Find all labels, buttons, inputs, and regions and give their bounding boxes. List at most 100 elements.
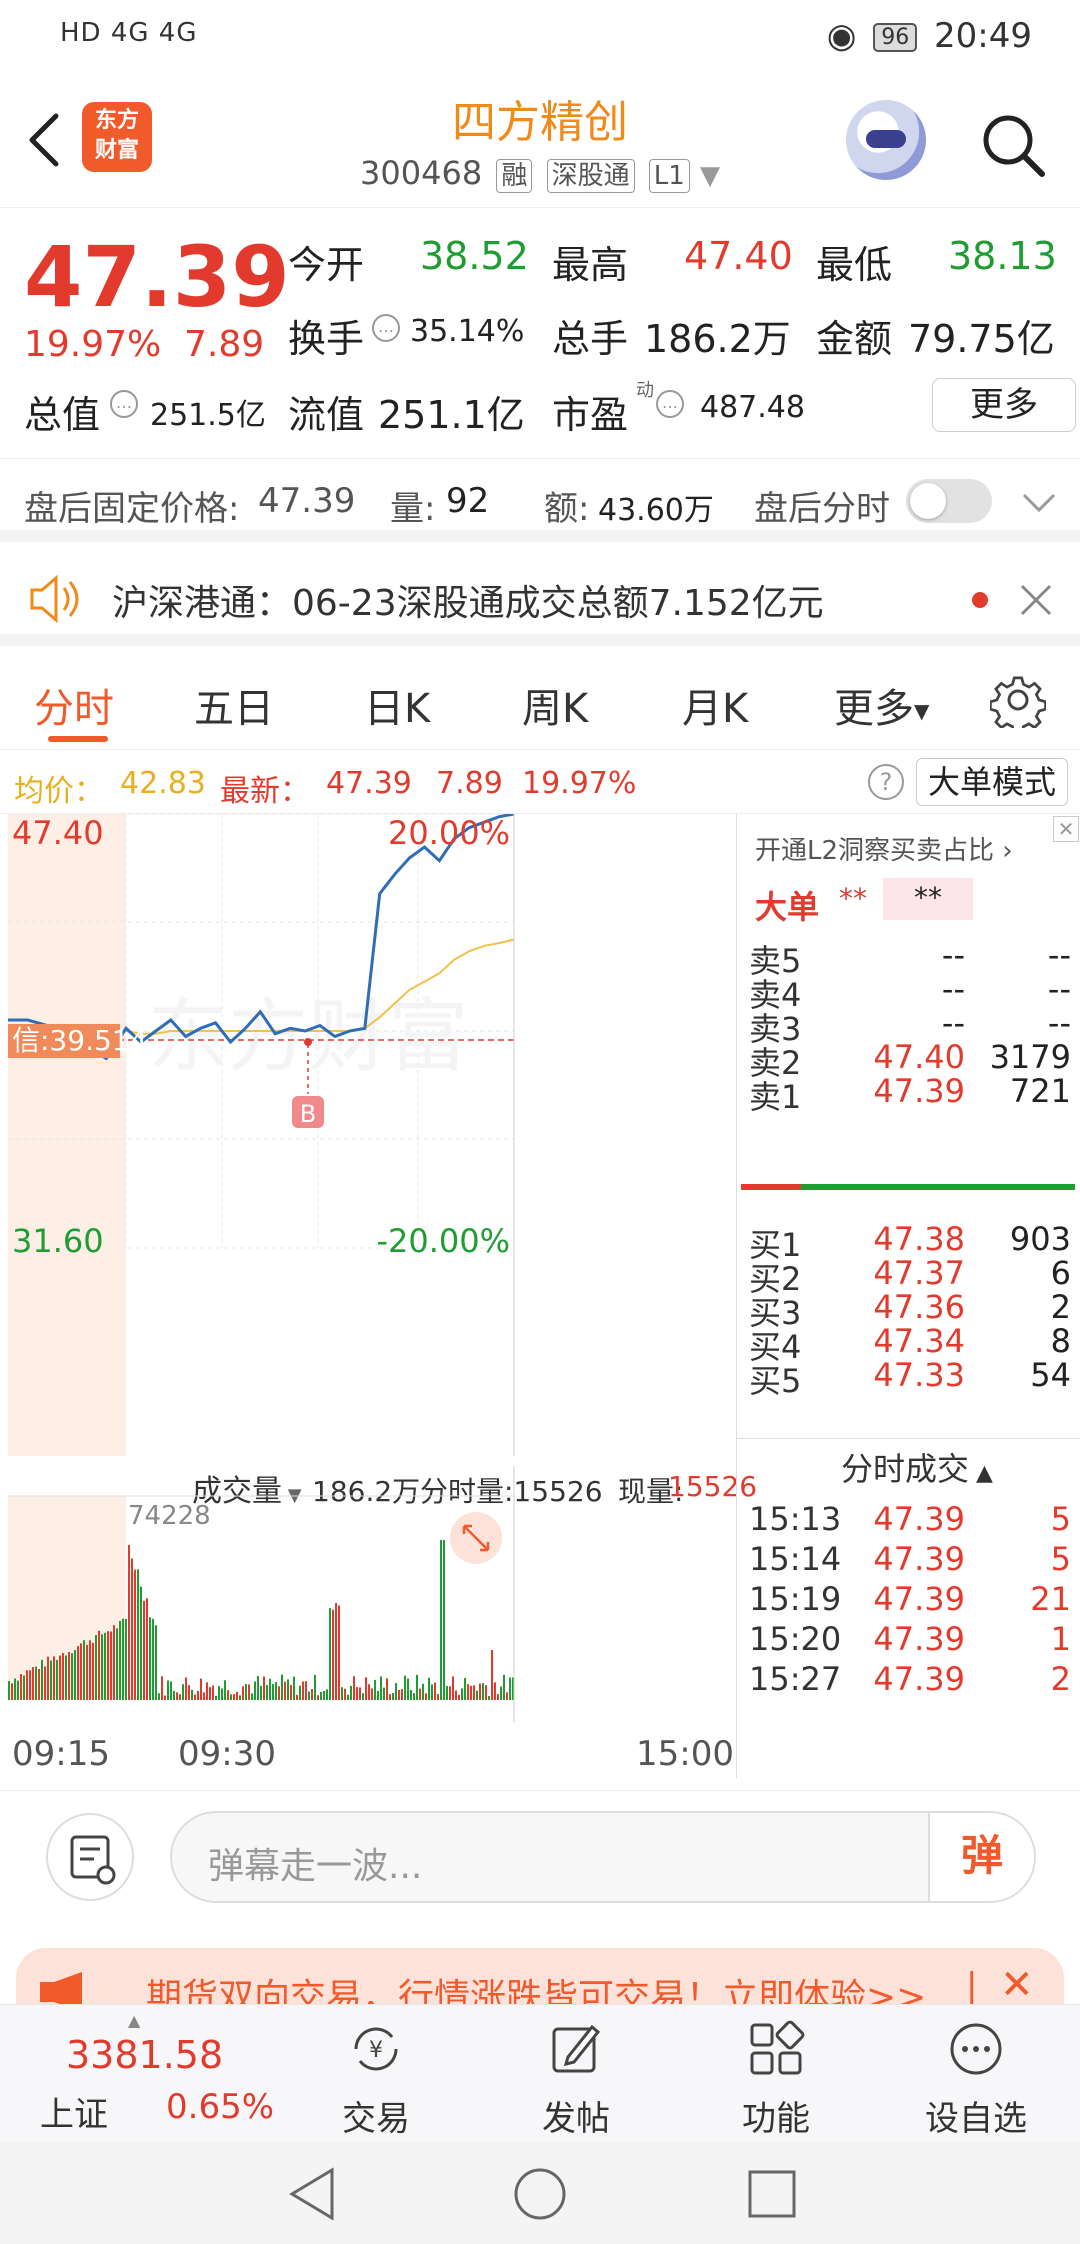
- chevron-down-icon[interactable]: [1022, 493, 1056, 513]
- back-triangle-icon[interactable]: [286, 2166, 338, 2222]
- tab-more[interactable]: 更多▼: [834, 676, 929, 734]
- settings-gear-icon[interactable]: [990, 672, 1046, 728]
- after-amt: 43.60万: [598, 493, 714, 528]
- volume-bar: [155, 1625, 157, 1700]
- volume-bar: [119, 1620, 121, 1700]
- volume-bar: [59, 1655, 61, 1700]
- mktcap-value: 251.5亿: [150, 398, 266, 433]
- avg-label: 均价：: [14, 774, 104, 809]
- volume-bar: [380, 1676, 382, 1700]
- volume-bar: [452, 1676, 454, 1700]
- volume-bar: [50, 1660, 52, 1700]
- ask-row: 卖1 47.39 721: [745, 1068, 1075, 1116]
- volume-bar: [128, 1544, 130, 1700]
- index-pct: 0.65%: [166, 2087, 275, 2127]
- volume-bar: [467, 1684, 469, 1700]
- turnover-info-icon[interactable]: …: [372, 314, 400, 342]
- reference-label: 信:39.514: [12, 1024, 147, 1057]
- trades-title[interactable]: 分时成交 ▲: [841, 1444, 993, 1490]
- volume-bar: [224, 1680, 226, 1700]
- trade-time: 15:27: [749, 1660, 842, 1698]
- promo-close-icon[interactable]: ✕: [1000, 1962, 1034, 2008]
- tab-monthly-k[interactable]: 月K: [682, 676, 748, 734]
- volume-bar: [11, 1683, 13, 1700]
- comment-list-icon[interactable]: [46, 1813, 134, 1901]
- big-order-mode-button[interactable]: 大单模式: [916, 758, 1068, 806]
- volume-bar: [101, 1634, 103, 1700]
- tab-daily-k[interactable]: 日K: [364, 676, 430, 734]
- panel-close-icon[interactable]: ✕: [1053, 816, 1079, 842]
- active-tab-indicator: [48, 736, 108, 742]
- volume-chart[interactable]: 74228: [8, 1466, 734, 1722]
- volume-bar: [278, 1686, 280, 1700]
- volume-bar: [263, 1676, 265, 1700]
- panel-divider: [737, 1438, 1080, 1439]
- danmaku-send-button[interactable]: 弹: [928, 1813, 1034, 1901]
- volume-bar: [293, 1676, 295, 1700]
- tab-timeshare[interactable]: 分时: [34, 676, 114, 734]
- volume-bar: [446, 1686, 448, 1700]
- volume-bar: [497, 1694, 499, 1700]
- after-timeshare-label: 盘后分时: [754, 489, 890, 529]
- more-quote-button[interactable]: 更多: [932, 378, 1076, 432]
- dropdown-triangle-icon[interactable]: ▼: [700, 161, 720, 191]
- pct-bottom-label: -20.00%: [376, 1222, 510, 1260]
- tab-more-label: 更多: [834, 686, 914, 732]
- search-icon[interactable]: [978, 110, 1048, 180]
- index-ticker[interactable]: ▲ 3381.58 上证 0.65%: [0, 2005, 290, 2143]
- danmaku-placeholder: 弹幕走一波...: [208, 1846, 423, 1887]
- volume-bar: [191, 1689, 193, 1700]
- bid-row: 买5 47.33 54: [745, 1352, 1075, 1400]
- amount-value: 79.75亿: [908, 317, 1055, 361]
- danmaku-input[interactable]: 弹幕走一波... 弹: [170, 1811, 1036, 1903]
- notice-bar[interactable]: 沪深港通：06-23深股通成交总额7.152亿元: [0, 554, 1080, 646]
- help-icon[interactable]: ?: [868, 764, 904, 800]
- volume-bar: [464, 1678, 466, 1700]
- turnover-value: 35.14%: [410, 314, 525, 349]
- volume-bar: [89, 1640, 91, 1700]
- preopen-shade: [8, 814, 126, 1456]
- l2-promo-link[interactable]: 开通L2洞察买卖占比 ›: [755, 830, 1013, 867]
- trade-volume: 5: [1050, 1500, 1071, 1538]
- recent-apps-icon[interactable]: [746, 2168, 798, 2220]
- volume-bar: [83, 1640, 85, 1700]
- after-hours-toggle[interactable]: [906, 479, 992, 523]
- volume-bar: [326, 1689, 328, 1700]
- volume-bar: [92, 1642, 94, 1700]
- volume-bar: [272, 1684, 274, 1700]
- nav-trade[interactable]: ¥ 交易: [276, 2005, 476, 2143]
- trade-volume: 1: [1050, 1620, 1071, 1658]
- trade-volume: 5: [1050, 1540, 1071, 1578]
- volume-bar: [122, 1618, 124, 1700]
- pe-info-icon[interactable]: …: [656, 390, 684, 418]
- volume-bar: [242, 1686, 244, 1700]
- volume-bar: [461, 1688, 463, 1700]
- trade-row: 15:27 47.39 2: [745, 1656, 1075, 1704]
- close-icon[interactable]: [1018, 582, 1054, 618]
- volume-bar: [236, 1691, 238, 1700]
- nav-post[interactable]: 发帖: [476, 2005, 676, 2143]
- volume-bar: [113, 1625, 115, 1700]
- intraday-price-chart[interactable]: 东方财富 47.40 31.60 20.00% -20.00% 信:39.514…: [8, 814, 734, 1456]
- volume-bar: [164, 1695, 166, 1700]
- trade-time: 15:19: [749, 1580, 842, 1618]
- home-circle-icon[interactable]: [512, 2166, 568, 2222]
- volume-bar: [470, 1685, 472, 1700]
- after-price-label: 盘后固定价格:: [24, 489, 240, 529]
- promo-banner[interactable]: 期货双向交易，行情涨跌皆可交易！立即体验>> | ✕: [16, 1948, 1064, 2008]
- nav-watchlist[interactable]: 设自选: [876, 2005, 1076, 2143]
- float-label: 流值: [288, 393, 365, 437]
- volume-bar: [176, 1692, 178, 1700]
- tab-five-day[interactable]: 五日: [194, 676, 274, 734]
- volume-bar: [443, 1540, 445, 1700]
- volume-bar: [95, 1634, 97, 1700]
- pe-dynamic-mark: 动: [636, 380, 654, 401]
- volume-bar: [158, 1693, 160, 1700]
- row-price: 47.33: [873, 1356, 965, 1394]
- mktcap-info-icon[interactable]: …: [110, 390, 138, 418]
- volume-bar: [17, 1680, 19, 1700]
- volume-bar: [80, 1643, 82, 1700]
- nav-functions[interactable]: 功能: [676, 2005, 876, 2143]
- trade-time: 15:13: [749, 1500, 842, 1538]
- tab-weekly-k[interactable]: 周K: [522, 676, 588, 734]
